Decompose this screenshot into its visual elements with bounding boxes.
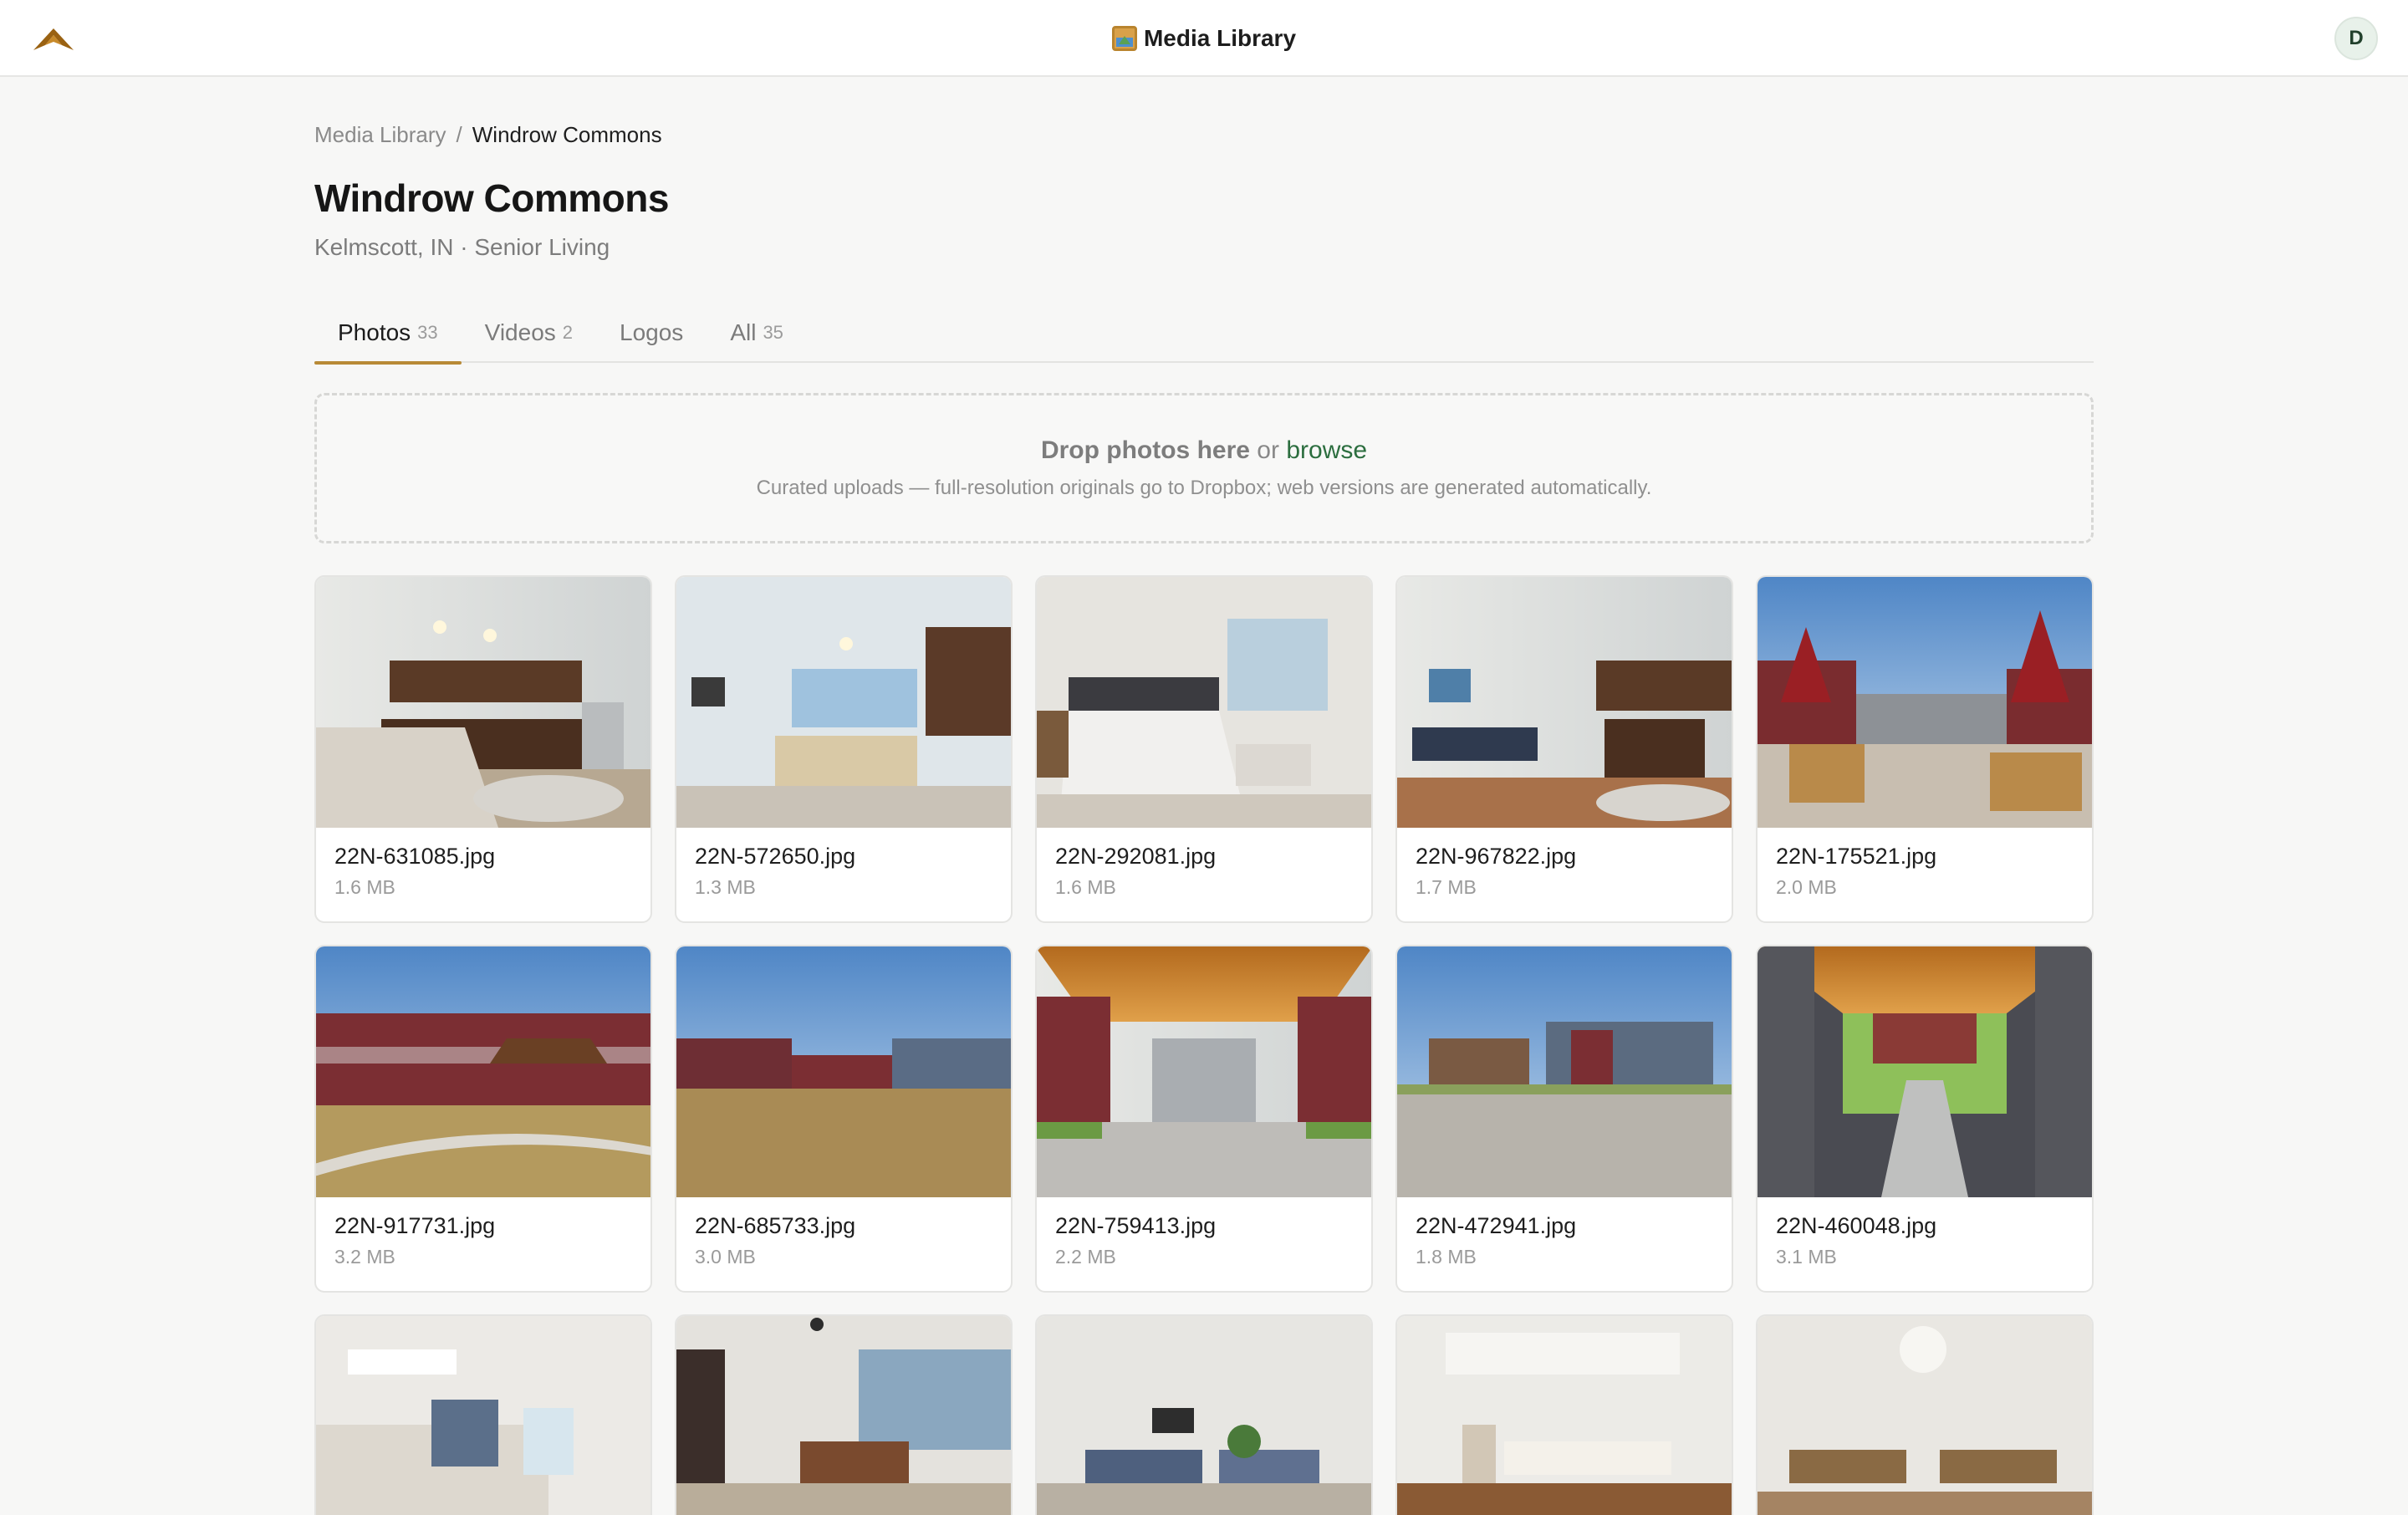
photo-thumbnail[interactable]	[1397, 946, 1732, 1197]
tab-count: 2	[562, 322, 574, 343]
photo-meta: 22N-175521.jpg 2.0 MB	[1758, 828, 2092, 899]
photo-card[interactable]: 22N-631085.jpg 1.6 MB	[314, 575, 652, 923]
photo-thumbnail[interactable]	[1397, 1316, 1732, 1515]
photo-meta: 22N-759413.jpg 2.2 MB	[1037, 1197, 1371, 1268]
photo-filesize: 2.0 MB	[1776, 876, 1837, 898]
photo-filename: 22N-460048.jpg	[1776, 1213, 1937, 1238]
photo-card[interactable]: 22N-917731.jpg 3.2 MB	[314, 945, 652, 1293]
photo-meta: 22N-460048.jpg 3.1 MB	[1758, 1197, 2092, 1268]
photo-filename: 22N-572650.jpg	[695, 844, 856, 869]
media-tabs: Photos 33 Videos 2 Logos All 35	[314, 303, 2094, 365]
photo-meta: 22N-967822.jpg 1.7 MB	[1397, 828, 1732, 899]
tab-count: 35	[763, 322, 783, 343]
photo-thumbnail[interactable]	[676, 1316, 1011, 1515]
breadcrumb-separator: /	[456, 121, 462, 147]
user-avatar[interactable]: D	[2334, 17, 2378, 60]
breadcrumb-root-link[interactable]: Media Library	[314, 122, 446, 148]
photo-card[interactable]: 22N-685733.jpg 3.0 MB	[675, 945, 1013, 1293]
framed-picture-icon	[1111, 26, 1137, 51]
photo-meta: 22N-572650.jpg 1.3 MB	[676, 828, 1011, 899]
photo-filesize: 3.2 MB	[334, 1246, 395, 1268]
tab-all[interactable]: All 35	[707, 303, 807, 363]
photo-filename: 22N-759413.jpg	[1055, 1213, 1217, 1238]
photo-card[interactable]: 22N-472941.jpg 1.8 MB	[1395, 945, 1733, 1293]
photo-thumbnail[interactable]	[316, 946, 650, 1197]
photo-filename: 22N-917731.jpg	[334, 1213, 496, 1238]
photo-filename: 22N-472941.jpg	[1416, 1213, 1577, 1238]
photo-card[interactable]: 22N-175521.jpg 2.0 MB	[1756, 575, 2094, 923]
photo-meta: 22N-292081.jpg 1.6 MB	[1037, 828, 1371, 899]
breadcrumb-current: Windrow Commons	[472, 121, 662, 147]
photo-filesize: 1.7 MB	[1416, 876, 1477, 898]
photo-card[interactable]: 22N-967822.jpg 1.7 MB	[1395, 575, 1733, 923]
photo-filesize: 1.3 MB	[695, 876, 756, 898]
photo-grid: 22N-631085.jpg 1.6 MB 22N-572650.jpg 1.3…	[314, 575, 2094, 1515]
page-subtitle: Kelmscott, IN · Senior Living	[314, 234, 610, 260]
dropzone-heading: Drop photos here	[1040, 436, 1250, 464]
tab-photos[interactable]: Photos 33	[314, 303, 462, 365]
photo-card[interactable]	[1035, 1314, 1373, 1515]
photo-thumbnail[interactable]	[316, 577, 650, 828]
page-title: Windrow Commons	[314, 176, 669, 220]
photo-card[interactable]	[314, 1314, 652, 1515]
app-title-text: Media Library	[1143, 25, 1297, 51]
app-title: Media Library	[0, 0, 2408, 77]
tab-label: Videos	[484, 319, 556, 345]
photo-thumbnail[interactable]	[676, 946, 1011, 1197]
photo-thumbnail[interactable]	[316, 1316, 650, 1515]
photo-dropzone[interactable]: Drop photos here or browse Curated uploa…	[314, 393, 2094, 543]
browse-link[interactable]: browse	[1286, 436, 1367, 464]
photo-filesize: 3.1 MB	[1776, 1246, 1837, 1268]
dropzone-note: Curated uploads — full-resolution origin…	[756, 477, 1652, 499]
photo-card[interactable]: 22N-759413.jpg 2.2 MB	[1035, 945, 1373, 1293]
photo-card[interactable]	[1756, 1314, 2094, 1515]
dropzone-message: Drop photos here or browse	[1041, 436, 1367, 465]
tab-label: Photos	[338, 319, 411, 345]
photo-filesize: 1.8 MB	[1416, 1246, 1477, 1268]
dropzone-connector: or	[1257, 436, 1279, 464]
photo-filename: 22N-967822.jpg	[1416, 844, 1577, 869]
photo-filename: 22N-175521.jpg	[1776, 844, 1937, 869]
photo-meta: 22N-917731.jpg 3.2 MB	[316, 1197, 650, 1268]
photo-thumbnail[interactable]	[1758, 1316, 2092, 1515]
photo-filename: 22N-292081.jpg	[1055, 844, 1217, 869]
photo-filesize: 1.6 MB	[1055, 876, 1116, 898]
tab-videos[interactable]: Videos 2	[462, 303, 596, 363]
tab-logos[interactable]: Logos	[596, 303, 707, 363]
photo-card[interactable]: 22N-292081.jpg 1.6 MB	[1035, 575, 1373, 923]
photo-meta: 22N-472941.jpg 1.8 MB	[1397, 1197, 1732, 1268]
photo-thumbnail[interactable]	[1037, 1316, 1371, 1515]
photo-filesize: 3.0 MB	[695, 1246, 756, 1268]
photo-filesize: 1.6 MB	[334, 876, 395, 898]
photo-thumbnail[interactable]	[1758, 946, 2092, 1197]
photo-meta: 22N-631085.jpg 1.6 MB	[316, 828, 650, 899]
photo-card[interactable]: 22N-460048.jpg 3.1 MB	[1756, 945, 2094, 1293]
tab-label: All	[730, 319, 757, 345]
photo-filename: 22N-685733.jpg	[695, 1213, 856, 1238]
photo-card[interactable]	[1395, 1314, 1733, 1515]
photo-filename: 22N-631085.jpg	[334, 844, 496, 869]
photo-thumbnail[interactable]	[1037, 946, 1371, 1197]
photo-card[interactable]	[675, 1314, 1013, 1515]
photo-thumbnail[interactable]	[1037, 577, 1371, 828]
photo-thumbnail[interactable]	[1397, 577, 1732, 828]
tab-count: 33	[417, 322, 438, 343]
tab-label: Logos	[620, 319, 684, 345]
photo-thumbnail[interactable]	[1758, 577, 2092, 828]
photo-thumbnail[interactable]	[676, 577, 1011, 828]
top-bar: Media Library D	[0, 0, 2408, 77]
photo-card[interactable]: 22N-572650.jpg 1.3 MB	[675, 575, 1013, 923]
photo-filesize: 2.2 MB	[1055, 1246, 1116, 1268]
photo-meta: 22N-685733.jpg 3.0 MB	[676, 1197, 1011, 1268]
breadcrumb: Media Library / Windrow Commons	[314, 120, 662, 149]
